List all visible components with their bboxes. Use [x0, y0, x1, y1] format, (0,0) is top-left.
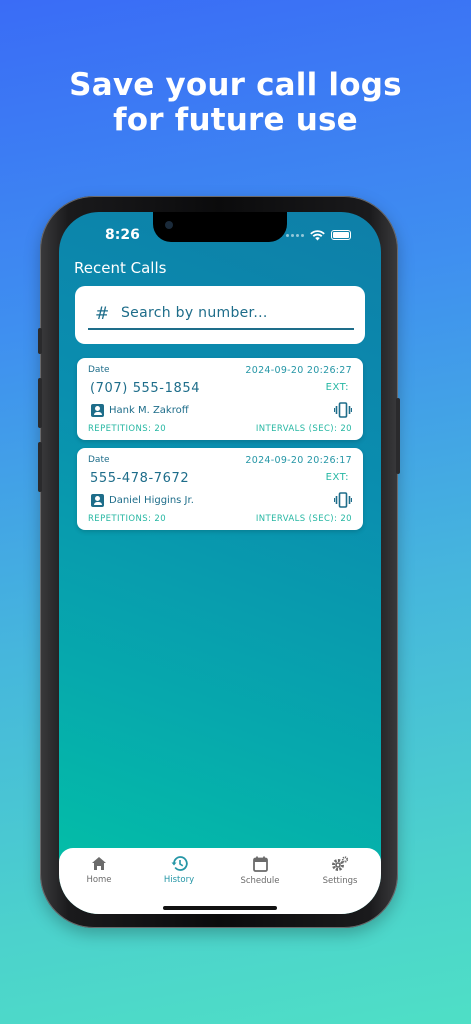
hash-icon: # — [95, 304, 110, 324]
tab-label: Home — [86, 875, 112, 885]
tab-settings[interactable]: Settings — [305, 856, 375, 888]
tab-label: Schedule — [240, 876, 280, 886]
camera-icon — [165, 221, 173, 229]
calendar-icon — [252, 856, 268, 872]
contact-icon — [91, 494, 104, 507]
contact-name: Hank M. Zakroff — [109, 405, 189, 416]
extension-label: EXT: — [325, 472, 349, 483]
volume-up-button — [38, 378, 42, 428]
call-log-card[interactable]: Date 2024-09-20 20:26:27 (707) 555-1854 … — [77, 358, 363, 440]
tab-home[interactable]: Home — [64, 856, 134, 888]
status-time: 8:26 — [105, 227, 140, 243]
status-icons — [286, 229, 351, 241]
contact-icon — [91, 404, 104, 417]
mute-switch — [38, 328, 42, 354]
bottom-tab-bar: Home History Schedule Settings — [59, 848, 381, 914]
repetitions: REPETITIONS: 20 — [88, 424, 166, 434]
call-datetime: 2024-09-20 20:26:27 — [245, 365, 352, 376]
battery-icon — [331, 230, 351, 240]
intervals: INTERVALS (SEC): 20 — [255, 514, 352, 524]
notch — [153, 212, 287, 242]
repetitions: REPETITIONS: 20 — [88, 514, 166, 524]
tab-label: Settings — [322, 876, 358, 886]
date-label: Date — [88, 455, 110, 465]
extension-label: EXT: — [325, 382, 349, 393]
contact-name: Daniel Higgins Jr. — [109, 495, 194, 506]
volume-down-button — [38, 442, 42, 492]
intervals: INTERVALS (SEC): 20 — [255, 424, 352, 434]
vibrate-icon — [334, 402, 352, 418]
phone-number: (707) 555-1854 — [90, 381, 201, 396]
headline: Save your call logs for future use — [0, 68, 471, 138]
home-indicator — [163, 906, 277, 910]
phone-number: 555-478-7672 — [90, 471, 190, 486]
date-label: Date — [88, 365, 110, 375]
tab-schedule[interactable]: Schedule — [225, 856, 295, 888]
gear-icon — [332, 856, 349, 871]
tab-history[interactable]: History — [144, 856, 214, 888]
wifi-icon — [310, 229, 325, 240]
headline-line-2: for future use — [113, 102, 358, 138]
app-screen: 8:26 Recent Calls # Search by number... … — [59, 212, 381, 914]
signal-icon — [286, 233, 304, 237]
search-input[interactable]: Search by number... — [121, 305, 268, 321]
search-underline — [88, 328, 354, 330]
headline-line-1: Save your call logs — [69, 67, 402, 103]
history-icon — [171, 856, 188, 871]
home-icon — [92, 857, 106, 870]
call-log-card[interactable]: Date 2024-09-20 20:26:17 555-478-7672 EX… — [77, 448, 363, 530]
search-card: # Search by number... — [75, 286, 365, 344]
page-title: Recent Calls — [74, 259, 167, 277]
vibrate-icon — [334, 492, 352, 508]
power-button — [396, 398, 400, 474]
tab-label: History — [163, 875, 195, 885]
call-datetime: 2024-09-20 20:26:17 — [245, 455, 352, 466]
